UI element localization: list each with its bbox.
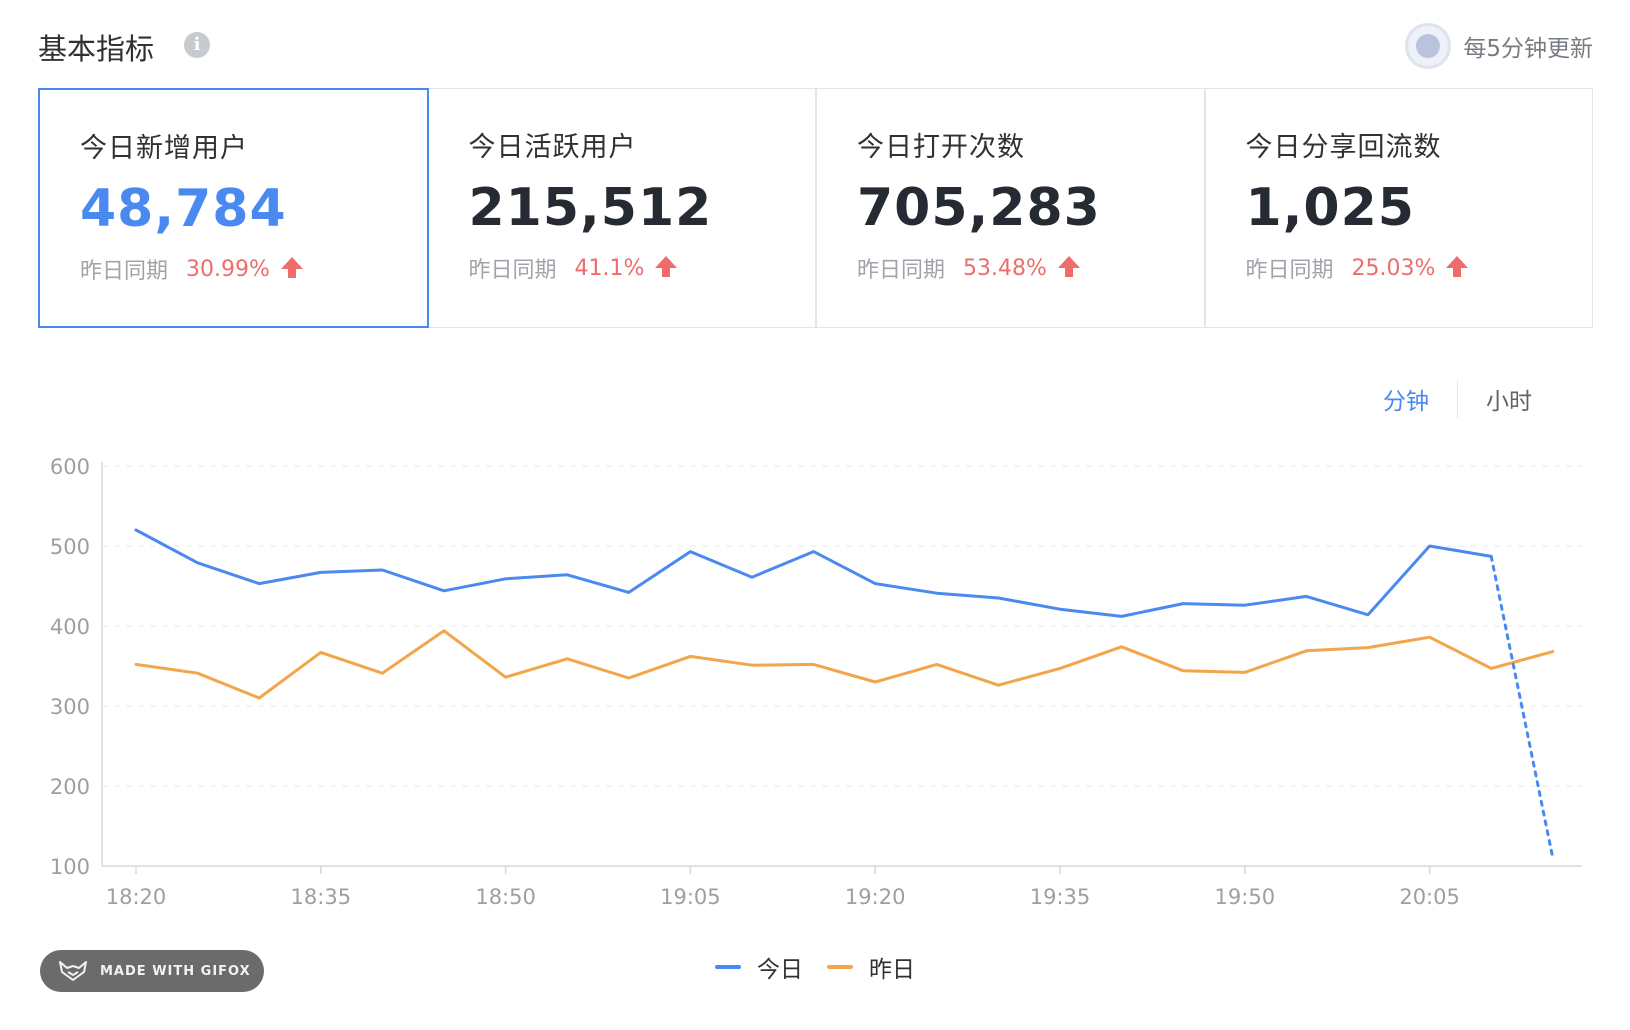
x-tick-label: 19:05 xyxy=(660,885,721,909)
metric-compare: 昨日同期 53.48% xyxy=(857,252,1204,284)
metric-value: 1,025 xyxy=(1245,178,1415,238)
x-tick-label: 19:35 xyxy=(1030,885,1091,909)
compare-percent: 53.48% xyxy=(963,255,1047,281)
metric-value: 705,283 xyxy=(857,178,1101,238)
refresh-globe-icon xyxy=(1405,23,1452,69)
x-tick-label: 19:50 xyxy=(1215,885,1276,909)
x-tick-label: 18:35 xyxy=(291,885,352,909)
toggle-minute[interactable]: 分钟 xyxy=(1355,382,1457,416)
fox-logo-icon xyxy=(59,961,87,981)
compare-label: 昨日同期 xyxy=(857,258,946,283)
legend-item-today[interactable]: 今日 xyxy=(715,950,803,984)
metric-title: 今日分享回流数 xyxy=(1245,132,1442,163)
metric-value: 215,512 xyxy=(468,178,713,238)
series-line-yesterday xyxy=(134,629,1555,700)
compare-percent: 30.99% xyxy=(186,256,270,282)
granularity-toggle: 分钟 小时 xyxy=(1355,380,1560,418)
metric-card-opens[interactable]: 今日打开次数 705,283 昨日同期 53.48% xyxy=(816,88,1205,328)
x-tick-label: 19:20 xyxy=(845,885,906,909)
legend-label-yesterday: 昨日 xyxy=(869,957,915,983)
watermark-text: MADE WITH GIFOX xyxy=(100,963,251,979)
y-tick-label: 200 xyxy=(50,775,90,799)
line-chart: 600 500 400 300 200 100 18:20 18:35 18:50 19:05 19… xyxy=(50,455,1582,909)
compare-label: 昨日同期 xyxy=(1245,258,1334,283)
metric-card-active-users[interactable]: 今日活跃用户 215,512 昨日同期 41.1% xyxy=(428,88,816,328)
metric-title: 今日打开次数 xyxy=(857,132,1025,163)
legend-label-today: 今日 xyxy=(757,957,803,983)
metric-compare: 昨日同期 41.1% xyxy=(469,252,816,284)
metric-title: 今日新增用户 xyxy=(80,133,248,164)
metric-title: 今日活跃用户 xyxy=(468,132,637,163)
y-tick-label: 400 xyxy=(50,615,90,639)
metric-value: 48,784 xyxy=(80,179,287,239)
x-tick-label: 18:50 xyxy=(475,885,536,909)
y-tick-label: 100 xyxy=(50,855,90,879)
x-tick-label: 18:20 xyxy=(106,885,167,909)
compare-percent: 41.1% xyxy=(574,255,645,281)
compare-label: 昨日同期 xyxy=(468,258,557,283)
series-forecast-segment-today xyxy=(1489,554,1555,860)
info-icon[interactable]: i xyxy=(184,32,210,58)
gifox-watermark: MADE WITH GIFOX xyxy=(40,950,264,992)
series-line-today xyxy=(134,528,1493,618)
metric-compare: 昨日同期 30.99% xyxy=(80,253,427,285)
metric-compare: 昨日同期 25.03% xyxy=(1246,252,1593,284)
compare-percent: 25.03% xyxy=(1351,255,1436,281)
toggle-hour[interactable]: 小时 xyxy=(1458,382,1560,416)
metric-card-share-returns[interactable]: 今日分享回流数 1,025 昨日同期 25.03% xyxy=(1204,88,1593,328)
refresh-indicator: 每5分钟更新 xyxy=(1405,22,1593,70)
legend-item-yesterday[interactable]: 昨日 xyxy=(827,950,915,984)
refresh-text: 每5分钟更新 xyxy=(1463,36,1593,62)
header: 基本指标 i 每5分钟更新 xyxy=(38,22,1593,72)
x-tick-label: 20:05 xyxy=(1399,885,1460,909)
y-tick-label: 500 xyxy=(50,535,90,559)
legend-swatch-today xyxy=(715,965,741,969)
metric-cards: 今日新增用户 48,784 昨日同期 30.99% 今日活跃用户 215,512… xyxy=(38,88,1593,328)
page-title: 基本指标 xyxy=(38,32,155,66)
metric-card-new-users[interactable]: 今日新增用户 48,784 昨日同期 30.99% xyxy=(38,88,429,328)
compare-label: 昨日同期 xyxy=(80,259,169,284)
legend-swatch-yesterday xyxy=(827,965,853,969)
y-tick-label: 300 xyxy=(50,695,90,719)
y-tick-label: 600 xyxy=(50,455,90,479)
